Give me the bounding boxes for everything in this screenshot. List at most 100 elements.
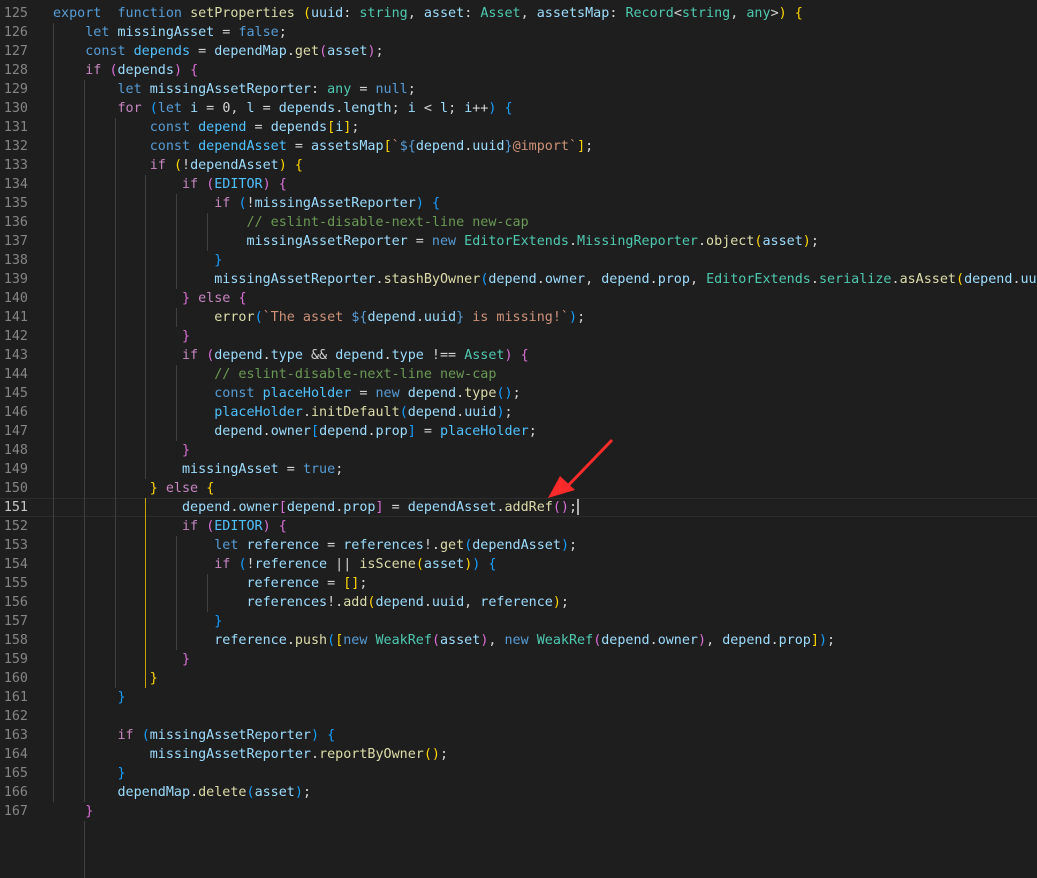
code-token: , — [230, 101, 246, 116]
line-number: 163 — [0, 726, 28, 745]
indent-guide — [145, 175, 146, 479]
code-line[interactable]: 154 if (!reference || isScene(asset)) { — [0, 555, 1037, 574]
code-line[interactable]: 129 let missingAssetReporter: any = null… — [0, 80, 1037, 99]
code-token: ( — [956, 272, 964, 287]
code-token: ( — [238, 557, 246, 572]
line-code: } else { — [53, 479, 214, 498]
code-token: ) — [698, 633, 706, 648]
line-code: } — [53, 802, 93, 821]
code-token: EDITOR — [214, 177, 262, 192]
code-token: { — [190, 63, 198, 78]
code-line[interactable]: 160 } — [0, 669, 1037, 688]
code-line[interactable]: 125 export function setProperties (uuid: … — [0, 4, 1037, 23]
code-token: . — [456, 386, 464, 401]
code-token: } — [214, 614, 222, 629]
code-token: missingAssetReporter — [150, 728, 311, 743]
code-line[interactable]: 164 missingAssetReporter.reportByOwner()… — [0, 745, 1037, 764]
code-token — [53, 253, 214, 268]
code-line[interactable]: 162 — [0, 707, 1037, 726]
code-token: initDefault — [311, 405, 400, 420]
code-line[interactable]: 167 } — [0, 802, 1037, 821]
code-line[interactable]: 155 reference = []; — [0, 574, 1037, 593]
line-code: if (!reference || isScene(asset)) { — [53, 555, 496, 574]
code-line[interactable]: 163 if (missingAssetReporter) { — [0, 726, 1037, 745]
code-token: ) — [553, 595, 561, 610]
code-token: ; — [529, 424, 537, 439]
code-token — [134, 728, 142, 743]
code-token — [53, 785, 118, 800]
code-line[interactable]: 150 } else { — [0, 479, 1037, 498]
line-number: 167 — [0, 802, 28, 821]
code-token: = — [416, 424, 440, 439]
code-token: delete — [198, 785, 246, 800]
line-code: export function setProperties (uuid: str… — [53, 4, 803, 23]
code-line[interactable]: 147 depend.owner[depend.prop] = placeHol… — [0, 422, 1037, 441]
code-token: Asset — [464, 348, 504, 363]
code-line[interactable]: 131 const depend = depends[i]; — [0, 118, 1037, 137]
code-line[interactable]: 145 const placeHolder = new depend.type(… — [0, 384, 1037, 403]
code-token: , — [730, 6, 746, 21]
code-line[interactable]: 156 references!.add(depend.uuid, referen… — [0, 593, 1037, 612]
code-token: = — [408, 234, 432, 249]
code-line[interactable]: 136 // eslint-disable-next-line new-cap — [0, 213, 1037, 232]
code-line[interactable]: 135 if (!missingAssetReporter) { — [0, 194, 1037, 213]
line-code: if (depend.type && depend.type !== Asset… — [53, 346, 529, 365]
code-token: depend — [416, 139, 464, 154]
code-line[interactable]: 152 if (EDITOR) { — [0, 517, 1037, 536]
code-line[interactable]: 128 if (depends) { — [0, 61, 1037, 80]
line-number: 125 — [0, 4, 28, 23]
code-token: // eslint-disable-next-line new-cap — [214, 367, 496, 382]
code-line[interactable]: 142 } — [0, 327, 1037, 346]
code-token: } — [456, 310, 464, 325]
code-line[interactable]: 127 const depends = dependMap.get(asset)… — [0, 42, 1037, 61]
code-line[interactable]: 126 let missingAsset = false; — [0, 23, 1037, 42]
code-token: = — [198, 101, 222, 116]
line-number: 148 — [0, 441, 28, 460]
code-token: dependAsset — [198, 139, 287, 154]
code-token — [53, 234, 246, 249]
code-token — [53, 671, 150, 686]
code-token: ) — [295, 785, 303, 800]
code-line[interactable]: 146 placeHolder.initDefault(depend.uuid)… — [0, 403, 1037, 422]
line-code: if (missingAssetReporter) { — [53, 726, 335, 745]
code-line[interactable]: 134 if (EDITOR) { — [0, 175, 1037, 194]
code-line[interactable]: 133 if (!dependAsset) { — [0, 156, 1037, 175]
code-editor[interactable]: 125 export function setProperties (uuid: … — [0, 0, 1037, 810]
code-line[interactable]: 149 missingAsset = true; — [0, 460, 1037, 479]
code-line[interactable]: 165 } — [0, 764, 1037, 783]
code-line[interactable]: 141 error(`The asset ${depend.uuid} is m… — [0, 308, 1037, 327]
code-line[interactable]: 139 missingAssetReporter.stashByOwner(de… — [0, 270, 1037, 289]
code-line[interactable]: 166 dependMap.delete(asset); — [0, 783, 1037, 802]
code-line[interactable]: 153 let reference = references!.get(depe… — [0, 536, 1037, 555]
code-line[interactable]: 144 // eslint-disable-next-line new-cap — [0, 365, 1037, 384]
line-number: 141 — [0, 308, 28, 327]
code-line[interactable]: 158 reference.push([new WeakRef(asset), … — [0, 631, 1037, 650]
code-line[interactable]: 138 } — [0, 251, 1037, 270]
code-line[interactable]: 159 } — [0, 650, 1037, 669]
code-token: placeHolder — [214, 405, 303, 420]
code-line[interactable]: 143 if (depend.type && depend.type !== A… — [0, 346, 1037, 365]
code-token: null — [376, 82, 408, 97]
code-line[interactable]: 132 const dependAsset = assetsMap[`${dep… — [0, 137, 1037, 156]
code-line[interactable]: 140 } else { — [0, 289, 1037, 308]
code-token — [255, 386, 263, 401]
code-line[interactable]: 130 for (let i = 0, l = depends.length; … — [0, 99, 1037, 118]
code-line[interactable]: 137 missingAssetReporter = new EditorExt… — [0, 232, 1037, 251]
code-line[interactable]: 151 depend.owner[depend.prop] = dependAs… — [0, 498, 1037, 517]
code-token: . — [287, 633, 295, 648]
code-token: = — [255, 101, 279, 116]
code-line[interactable]: 161 } — [0, 688, 1037, 707]
code-token: depend — [182, 500, 230, 515]
line-code: } — [53, 764, 126, 783]
code-token: export — [53, 6, 101, 21]
indent-guide — [207, 213, 208, 251]
code-token — [53, 443, 182, 458]
code-token: !. — [327, 595, 343, 610]
code-line[interactable]: 148 } — [0, 441, 1037, 460]
line-number: 155 — [0, 574, 28, 593]
code-line[interactable]: 157 } — [0, 612, 1037, 631]
line-number: 160 — [0, 669, 28, 688]
code-token — [238, 538, 246, 553]
code-token: missingAssetReporter — [255, 196, 416, 211]
code-token: ( — [174, 158, 182, 173]
